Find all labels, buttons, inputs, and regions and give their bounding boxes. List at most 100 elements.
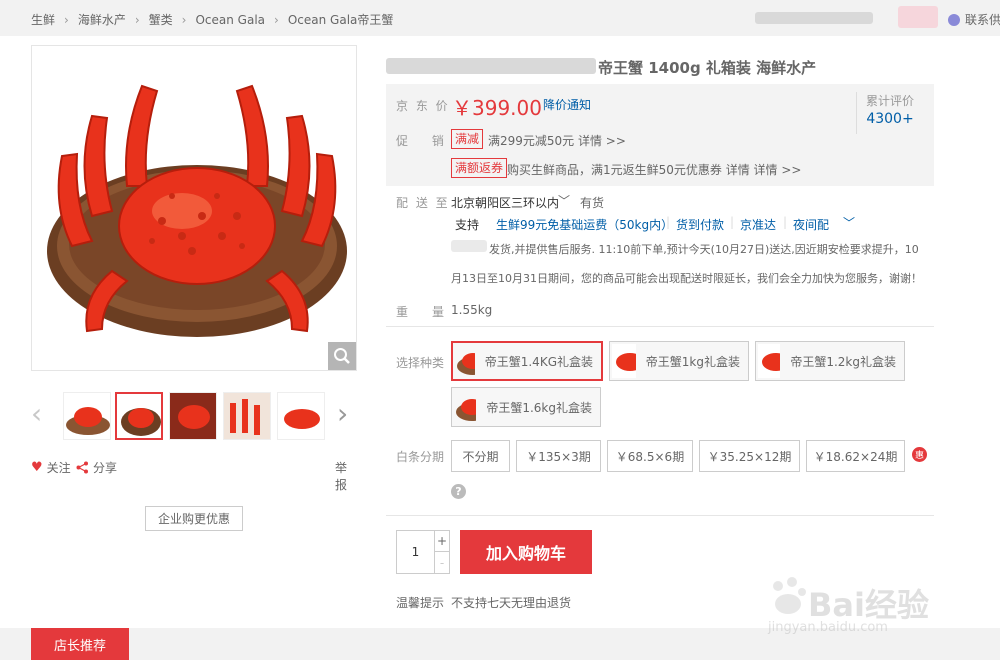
delivery-notice-line2: 月13日至10月31日期间，您的商品可能会出现配送时限延长，我们会全力加快为您服…: [451, 272, 922, 285]
support-divider: |: [730, 215, 735, 229]
thumbnail-2[interactable]: [115, 392, 163, 440]
share-label: 分享: [93, 461, 118, 475]
thumbnail-1[interactable]: [63, 392, 111, 440]
thumbnail-4[interactable]: [223, 392, 271, 440]
divider: [386, 326, 934, 327]
breadcrumb-item-crab[interactable]: 蟹类: [149, 11, 173, 28]
main-product-image[interactable]: [31, 45, 357, 371]
breadcrumb-separator-icon: ›: [64, 12, 69, 27]
chat-icon: [948, 13, 960, 26]
thumbnail-strip: ‹ ›: [31, 392, 361, 440]
variant-option-label: 帝王蟹1kg礼盒装: [645, 354, 740, 369]
zoom-button[interactable]: [328, 342, 356, 370]
help-icon[interactable]: ?: [451, 484, 466, 499]
promo-text-discount[interactable]: 满299元减50元 详情 >>: [488, 132, 626, 149]
redacted-seller: [451, 240, 487, 252]
weight-label: 重 量: [396, 305, 451, 319]
baidu-watermark: Bai经验 jingyan.baidu.com: [768, 570, 948, 640]
rating-divider: [856, 92, 857, 134]
price-label: 京 东 价: [396, 99, 450, 113]
redacted-title-prefix: [386, 58, 596, 74]
variant-option-3[interactable]: 帝王蟹1.2kg礼盒装: [755, 341, 905, 381]
breadcrumb-item-brand[interactable]: Ocean Gala: [195, 13, 265, 27]
support-night[interactable]: 夜间配: [793, 216, 829, 233]
enterprise-purchase-button[interactable]: 企业购更优惠: [145, 506, 243, 531]
installment-3[interactable]: ￥135×3期: [516, 440, 601, 472]
installment-24[interactable]: ￥18.62×24期: [806, 440, 905, 472]
price-notify-link[interactable]: 降价通知: [543, 96, 591, 113]
installment-label: 白条分期: [396, 450, 445, 464]
product-page: 生鲜 › 海鲜水产 › 蟹类 › Ocean Gala › Ocean Gala…: [0, 0, 1000, 660]
contact-seller-label: 联系供: [965, 13, 1000, 27]
tip-label: 温馨提示: [396, 596, 445, 610]
variant-thumb: [455, 344, 475, 378]
quantity-input[interactable]: 1: [397, 531, 435, 573]
shipping-label: 配 送 至: [396, 196, 450, 210]
variant-option-label: 帝王蟹1.6kg礼盒装: [486, 400, 592, 415]
report-link[interactable]: 举报: [335, 459, 357, 493]
product-title: 帝王蟹 1400g 礼箱装 海鲜水产: [598, 59, 817, 77]
support-divider: |: [666, 215, 671, 229]
follow-label: 关注: [46, 461, 71, 475]
gallery-actions: ♥ 关注 分享 举报: [31, 459, 357, 492]
add-to-cart-button[interactable]: 加入购物车: [460, 530, 592, 574]
price-value: ￥399.00: [452, 96, 542, 120]
contact-seller[interactable]: 联系供: [948, 11, 1000, 28]
variant-thumb: [758, 344, 781, 378]
variant-option-label: 帝王蟹1.2kg礼盒装: [790, 354, 896, 369]
king-crab-image: [47, 84, 347, 337]
top-bar: 生鲜 › 海鲜水产 › 蟹类 › Ocean Gala › Ocean Gala…: [0, 0, 1000, 36]
support-jzd[interactable]: 京准达: [740, 216, 776, 233]
installment-12[interactable]: ￥35.25×12期: [699, 440, 800, 472]
support-divider: |: [783, 215, 788, 229]
variant-option-4[interactable]: 帝王蟹1.6kg礼盒装: [451, 387, 601, 427]
breadcrumb-item-seafood[interactable]: 海鲜水产: [78, 11, 126, 28]
redacted-shop-name: [755, 12, 873, 24]
chevron-left-icon[interactable]: ‹: [31, 400, 42, 428]
rating-summary[interactable]: 累计评价 4300+: [866, 92, 914, 127]
breadcrumb-separator-icon: ›: [181, 12, 187, 27]
installment-6[interactable]: ￥68.5×6期: [607, 440, 693, 472]
thumbnail-3[interactable]: [169, 392, 217, 440]
delivery-notice-line1: 发货,并提供售后服务. 11:10前下单,预计今天(10月27日)送达,因近期安…: [489, 243, 919, 256]
stock-status: 有货: [580, 196, 605, 210]
redacted-shop-badge: [898, 6, 938, 28]
installment-none[interactable]: 不分期: [451, 440, 510, 472]
share-icon: [76, 461, 88, 474]
discount-badge-icon: 惠: [912, 447, 927, 462]
weight-value: 1.55kg: [451, 303, 493, 317]
breadcrumb-item-product[interactable]: Ocean Gala帝王蟹: [288, 11, 394, 28]
promo-label: 促 销: [396, 134, 454, 148]
watermark-url: jingyan.baidu.com: [768, 620, 888, 635]
rating-count: 4300+: [866, 111, 914, 127]
variant-label: 选择种类: [396, 356, 445, 370]
paw-logo-icon: [773, 577, 806, 614]
variant-option-label: 帝王蟹1.4KG礼盒装: [484, 354, 593, 369]
support-cod[interactable]: 货到付款: [676, 216, 724, 233]
chevron-down-icon[interactable]: ﹀: [558, 192, 570, 209]
report-label: 举报: [335, 461, 348, 492]
magnifier-icon: [334, 348, 350, 364]
variant-option-2[interactable]: 帝王蟹1kg礼盒装: [609, 341, 749, 381]
chevron-down-icon[interactable]: ﹀: [843, 214, 855, 231]
tab-shop-recommend[interactable]: 店长推荐: [31, 628, 129, 660]
share-button[interactable]: 分享: [76, 459, 117, 476]
breadcrumb-item-fresh[interactable]: 生鲜: [31, 11, 55, 28]
follow-button[interactable]: ♥ 关注: [31, 459, 71, 476]
breadcrumb-separator-icon: ›: [134, 12, 140, 27]
breadcrumb-separator-icon: ›: [274, 12, 279, 27]
quantity-stepper: 1 + -: [396, 530, 450, 574]
breadcrumb: 生鲜 › 海鲜水产 › 蟹类 › Ocean Gala › Ocean Gala…: [31, 11, 393, 28]
quantity-minus-button[interactable]: -: [435, 552, 449, 573]
tip-text: 不支持七天无理由退货: [451, 596, 572, 610]
support-label: 支持: [455, 218, 480, 232]
chevron-right-icon[interactable]: ›: [337, 400, 348, 428]
variant-option-1[interactable]: 帝王蟹1.4KG礼盒装: [451, 341, 603, 381]
support-free-shipping[interactable]: 生鲜99元免基础运费（50kg内）: [496, 216, 673, 233]
quantity-plus-button[interactable]: +: [435, 531, 449, 552]
shipping-location[interactable]: 北京朝阳区三环以内: [451, 194, 559, 211]
thumbnail-5[interactable]: [277, 392, 325, 440]
rating-label: 累计评价: [865, 94, 914, 108]
promo-text-coupon[interactable]: 购买生鲜商品，满1元返生鲜50元优惠券 详情 详情 >>: [507, 161, 801, 178]
variant-thumb: [454, 390, 477, 424]
